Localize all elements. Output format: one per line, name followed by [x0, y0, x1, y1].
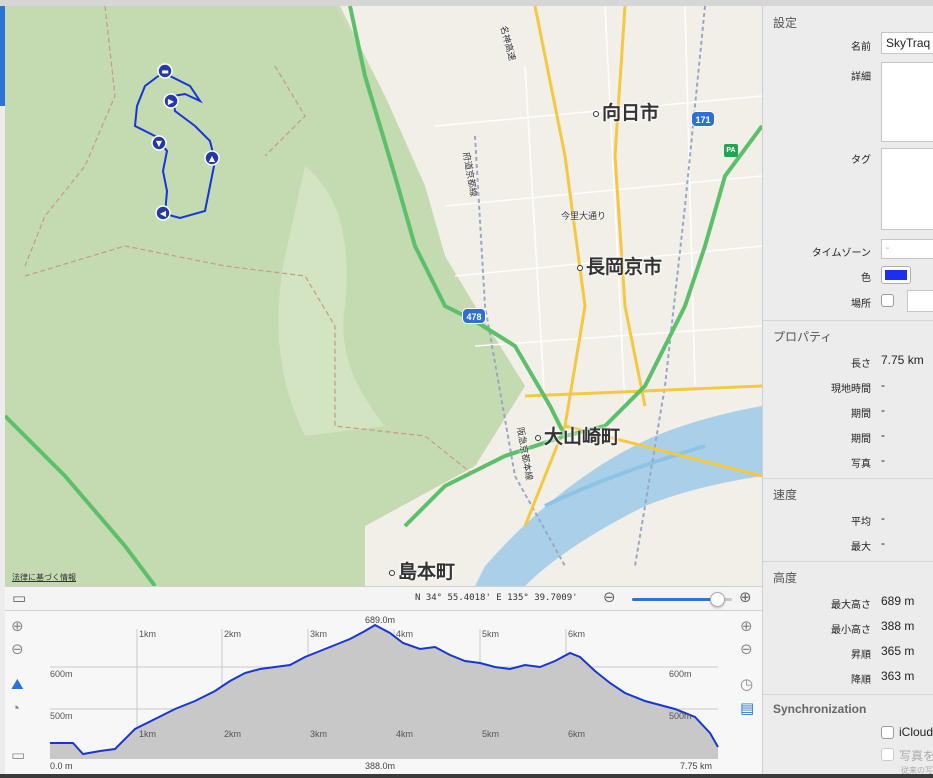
tag-textarea[interactable]: [881, 148, 933, 230]
start-distance-label: 0.0 m: [50, 761, 73, 771]
location-label: 場所: [851, 299, 871, 310]
city-label-oyamazaki: 大山崎町: [535, 422, 620, 449]
section-divider: [763, 320, 933, 321]
local-time-value: -: [881, 378, 885, 392]
km-label-bottom: 5km: [482, 729, 500, 739]
km-label-bottom: 2km: [224, 729, 242, 739]
map-canvas: [5, 6, 762, 586]
zoom-slider[interactable]: [632, 592, 732, 607]
color-well[interactable]: [881, 266, 911, 284]
altitude-label-right: 500m: [669, 711, 692, 721]
photo-sync-label: 写真を: [899, 749, 933, 763]
zoom-slider-knob[interactable]: [710, 592, 725, 607]
timezone-field[interactable]: -: [881, 239, 933, 259]
route-shield-478: 478: [462, 308, 486, 324]
km-label-top: 3km: [310, 629, 328, 639]
location-field[interactable]: [907, 290, 933, 312]
photo-count-label: 写真: [851, 459, 871, 470]
city-label-nagaokakyo: 長岡京市: [577, 252, 662, 279]
descent-label: 降順: [851, 675, 871, 686]
max-elevation-label: 689.0m: [365, 615, 396, 625]
km-label-bottom: 1km: [139, 729, 157, 739]
descent-value: 363 m: [881, 669, 915, 683]
map-toolbar: ▭ N 34° 55.4018' E 135° 39.7009' ⊖ ⊕: [5, 586, 762, 610]
km-label-top: 5km: [482, 629, 500, 639]
road-label-imazato: 今里大通り: [561, 211, 607, 221]
min-altitude-label: 最小高さ: [831, 625, 871, 636]
sync-footnote: 従来の写: [901, 766, 933, 774]
min-elevation-label: 388.0m: [365, 761, 396, 771]
map-view[interactable]: ▬ ▶ ▼ ▲ ◀ 向日市 長岡京市 大山崎町 島本町 今里大通り 府道京都線 阪急京…: [5, 6, 762, 586]
period-value-2: -: [881, 428, 885, 442]
detail-label: 詳細: [851, 72, 871, 83]
avg-speed-label: 平均: [851, 517, 871, 528]
km-label-top: 2km: [224, 629, 242, 639]
altitude-section-title: 高度: [773, 571, 798, 585]
local-time-label: 現地時間: [831, 384, 871, 395]
km-label-top: 1km: [139, 629, 157, 639]
period-value: -: [881, 403, 885, 417]
icloud-checkbox[interactable]: [881, 726, 894, 739]
km-label-bottom: 3km: [310, 729, 328, 739]
sync-section-title: Synchronization: [773, 702, 867, 716]
length-value: 7.75 km: [881, 353, 924, 367]
altitude-label-left: 500m: [50, 711, 73, 721]
elevation-chart[interactable]: [5, 611, 762, 775]
elevation-panel: ⊕ ⊖ ⛰ ◔ ▭ ⊕ ⊖ ◷ ▤ 1km 2km 3km 4km 5km 6k…: [5, 610, 762, 774]
km-label-top: 6km: [568, 629, 586, 639]
photo-count-value: -: [881, 453, 885, 467]
photo-sync-checkbox[interactable]: [881, 748, 894, 761]
color-swatch: [885, 270, 907, 280]
name-field[interactable]: SkyTraq: [881, 32, 933, 54]
location-checkbox[interactable]: [881, 294, 894, 307]
zoom-in-icon[interactable]: ⊕: [739, 590, 752, 605]
coordinate-readout: N 34° 55.4018' E 135° 39.7009': [415, 593, 578, 603]
inspector-panel: 設定 名前 SkyTraq 詳細 タグ タイムゾーン - 色 場所 プロパティ …: [762, 6, 933, 774]
period-label: 期間: [851, 409, 871, 420]
max-speed-label: 最大: [851, 542, 871, 553]
km-label-top: 4km: [396, 629, 414, 639]
parking-area-badge: PA: [724, 144, 738, 157]
km-label-bottom: 4km: [396, 729, 414, 739]
section-divider: [763, 694, 933, 695]
altitude-label-right: 600m: [669, 669, 692, 679]
tag-label: タグ: [851, 155, 871, 166]
color-label: 色: [861, 273, 871, 284]
settings-section-title: 設定: [773, 16, 798, 30]
ascent-label: 昇順: [851, 650, 871, 661]
dock-strip: [0, 774, 933, 778]
legal-link[interactable]: 法律に基づく情報: [12, 572, 76, 583]
zoom-out-icon[interactable]: ⊖: [603, 590, 616, 605]
speed-section-title: 速度: [773, 488, 798, 502]
ascent-value: 365 m: [881, 644, 915, 658]
icloud-label: iCloud: [899, 725, 933, 739]
section-divider: [763, 478, 933, 479]
city-label-shimamoto: 島本町: [389, 557, 455, 584]
max-altitude-label: 最大高さ: [831, 600, 871, 611]
km-label-bottom: 6km: [568, 729, 586, 739]
route-shield-171: 171: [691, 111, 715, 127]
end-distance-label: 7.75 km: [680, 761, 713, 771]
properties-section-title: プロパティ: [773, 330, 833, 344]
toggle-panel-icon[interactable]: ▭: [12, 591, 26, 606]
max-altitude-value: 689 m: [881, 594, 915, 608]
zoom-slider-fill: [632, 598, 717, 601]
avg-speed-value: -: [881, 511, 885, 525]
city-label-muko: 向日市: [593, 98, 659, 125]
period-label-2: 期間: [851, 434, 871, 445]
timezone-label: タイムゾーン: [811, 248, 871, 259]
name-label: 名前: [851, 42, 871, 53]
detail-textarea[interactable]: [881, 62, 933, 142]
min-altitude-value: 388 m: [881, 619, 915, 633]
max-speed-value: -: [881, 536, 885, 550]
altitude-label-left: 600m: [50, 669, 73, 679]
section-divider: [763, 561, 933, 562]
length-label: 長さ: [851, 359, 871, 370]
